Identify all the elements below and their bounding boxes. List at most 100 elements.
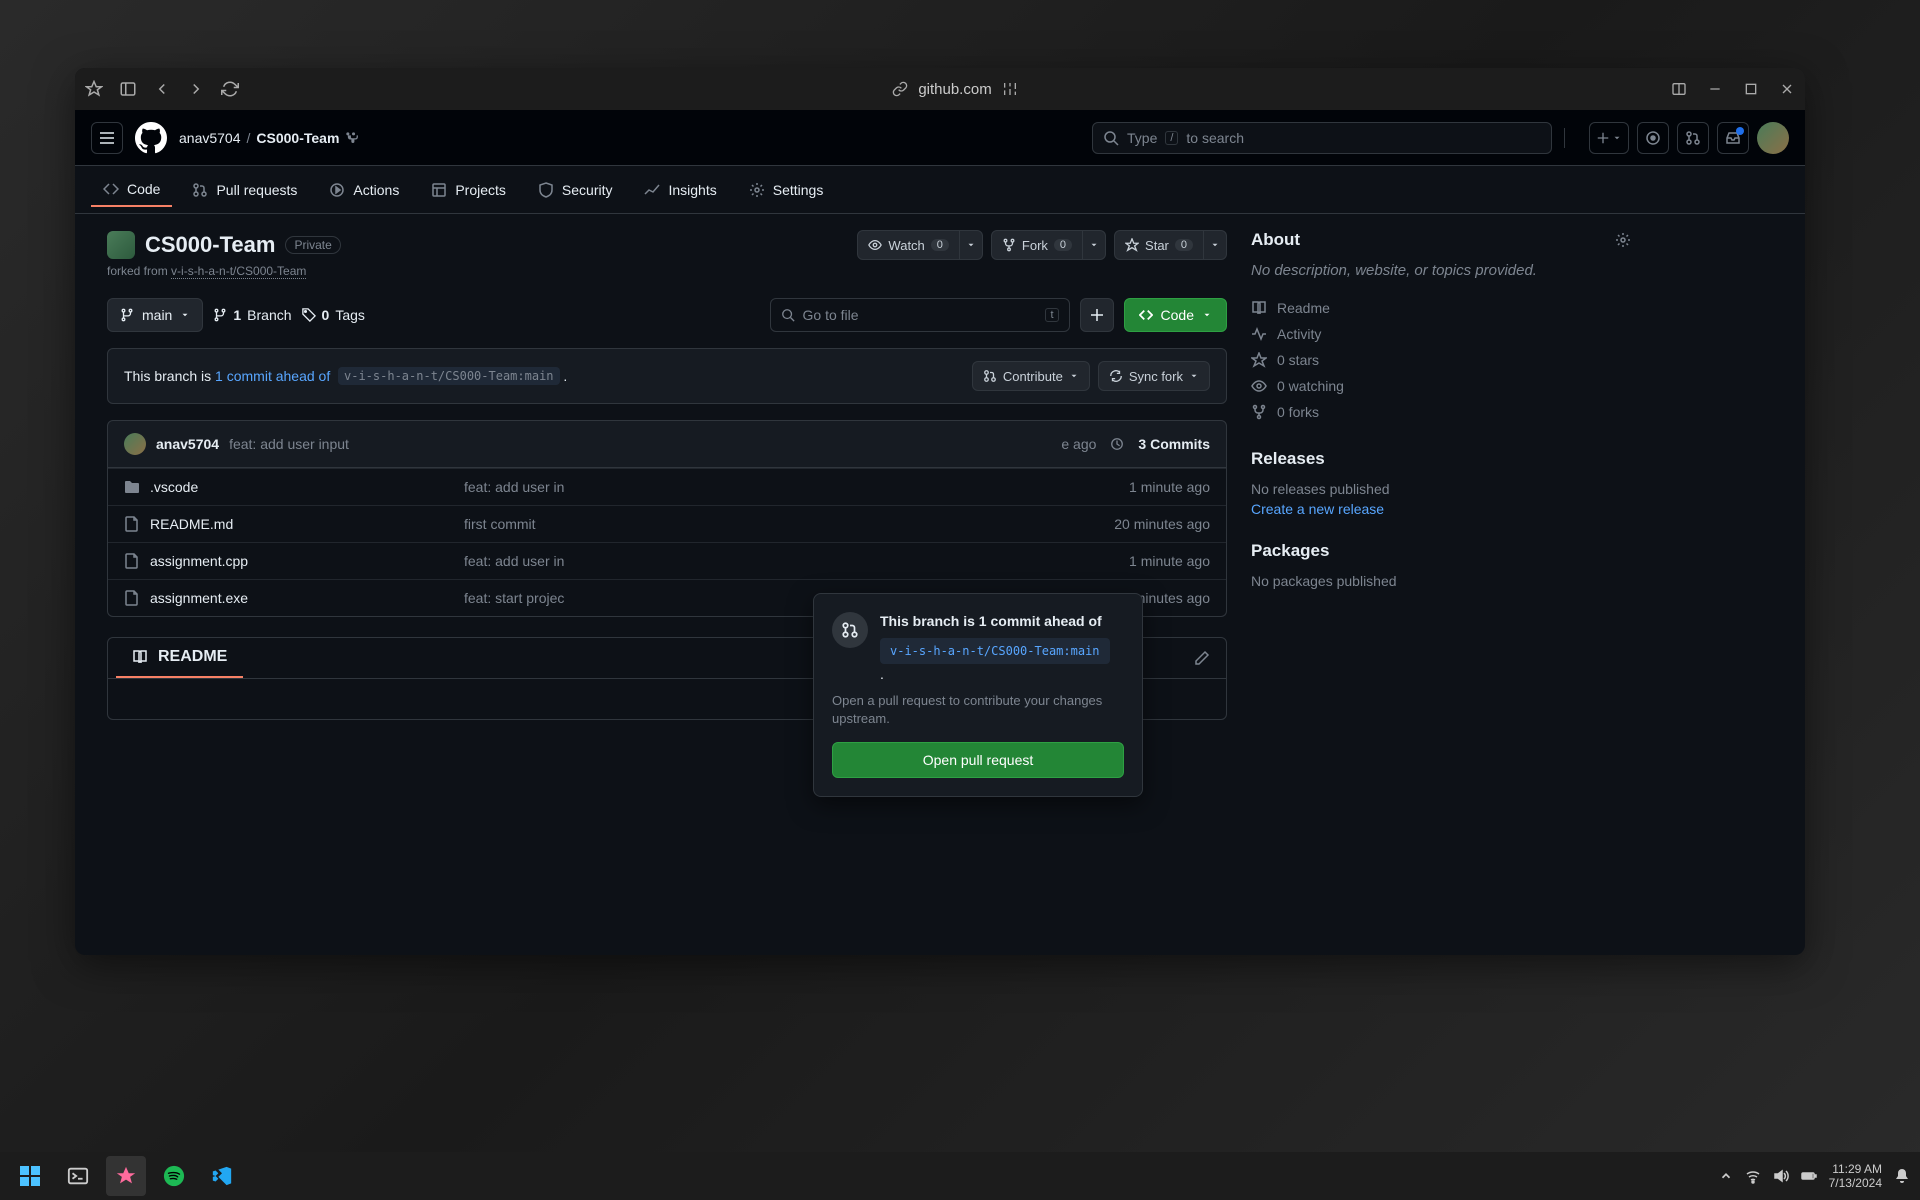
popup-description: Open a pull request to contribute your c…: [832, 692, 1124, 728]
contribute-button[interactable]: Contribute: [972, 361, 1090, 391]
tab-projects[interactable]: Projects: [419, 174, 518, 206]
search-input[interactable]: Type / to search: [1092, 122, 1552, 154]
play-icon: [329, 182, 345, 198]
activity-link[interactable]: Activity: [1251, 321, 1631, 347]
create-release-link[interactable]: Create a new release: [1251, 501, 1631, 517]
file-icon: [124, 516, 140, 532]
tab-pulls[interactable]: Pull requests: [180, 174, 309, 206]
commits-ahead-link[interactable]: 1 commit ahead of: [215, 368, 330, 384]
address-bar[interactable]: github.com: [251, 81, 1659, 98]
pulls-button[interactable]: [1677, 122, 1709, 154]
star-icon: [1125, 238, 1139, 252]
chevron-up-icon[interactable]: [1719, 1169, 1733, 1183]
terminal-app[interactable]: [58, 1156, 98, 1196]
file-name[interactable]: README.md: [150, 516, 233, 532]
forks-link[interactable]: 0 forks: [1251, 399, 1631, 425]
caret-down-icon: [1069, 371, 1079, 381]
fork-button[interactable]: Fork0: [991, 230, 1083, 260]
open-pull-request-button[interactable]: Open pull request: [832, 742, 1124, 778]
branch-selector[interactable]: main: [107, 298, 203, 332]
vscode-app[interactable]: [202, 1156, 242, 1196]
tab-settings[interactable]: Settings: [737, 174, 836, 206]
create-new-button[interactable]: [1589, 122, 1629, 154]
file-row[interactable]: assignment.cppfeat: add user in1 minute …: [108, 542, 1226, 579]
back-icon[interactable]: [153, 80, 171, 98]
volume-icon[interactable]: [1773, 1168, 1789, 1184]
commit-time: e ago: [1061, 436, 1096, 452]
star-dropdown[interactable]: [1204, 230, 1227, 260]
reload-icon[interactable]: [221, 80, 239, 98]
forked-from-link[interactable]: v-i-s-h-a-n-t/CS000-Team: [171, 264, 306, 279]
file-time: 20 minutes ago: [1030, 516, 1210, 532]
graph-icon: [644, 182, 660, 198]
file-row[interactable]: .vscodefeat: add user in1 minute ago: [108, 468, 1226, 505]
code-button[interactable]: Code: [1124, 298, 1227, 332]
about-heading: About: [1251, 230, 1631, 250]
inbox-button[interactable]: [1717, 122, 1749, 154]
spotify-app[interactable]: [154, 1156, 194, 1196]
file-name[interactable]: assignment.cpp: [150, 553, 248, 569]
pencil-icon[interactable]: [1194, 650, 1210, 666]
battery-icon[interactable]: [1801, 1168, 1817, 1184]
minimize-icon[interactable]: [1707, 81, 1723, 97]
readme-link[interactable]: Readme: [1251, 295, 1631, 321]
file-commit-msg[interactable]: first commit: [464, 516, 1030, 532]
forward-icon[interactable]: [187, 80, 205, 98]
file-name[interactable]: assignment.exe: [150, 590, 248, 606]
tags-link[interactable]: 0 Tags: [302, 307, 365, 323]
sidebar-toggle-icon[interactable]: [119, 80, 137, 98]
user-avatar[interactable]: [1757, 122, 1789, 154]
commit-user[interactable]: anav5704: [156, 436, 219, 452]
repo-link[interactable]: CS000-Team: [256, 130, 339, 146]
arc-app[interactable]: [106, 1156, 146, 1196]
tab-code[interactable]: Code: [91, 173, 172, 207]
taskbar-clock[interactable]: 11:29 AM 7/13/2024: [1829, 1162, 1882, 1191]
menu-button[interactable]: [91, 122, 123, 154]
file-commit-msg[interactable]: feat: add user in: [464, 479, 1030, 495]
tab-insights[interactable]: Insights: [632, 174, 728, 206]
stars-link[interactable]: 0 stars: [1251, 347, 1631, 373]
file-commit-msg[interactable]: feat: add user in: [464, 553, 1030, 569]
tab-security[interactable]: Security: [526, 174, 625, 206]
go-to-file-input[interactable]: Go to file t: [770, 298, 1070, 332]
forked-from: forked from v-i-s-h-a-n-t/CS000-Team: [107, 264, 1227, 278]
wifi-icon[interactable]: [1745, 1168, 1761, 1184]
fork-dropdown[interactable]: [1083, 230, 1106, 260]
star-button[interactable]: Star0: [1114, 230, 1204, 260]
bell-icon[interactable]: [1894, 1168, 1910, 1184]
tune-icon[interactable]: [1002, 81, 1018, 97]
releases-none: No releases published: [1251, 481, 1631, 497]
split-icon[interactable]: [1671, 81, 1687, 97]
watch-button[interactable]: Watch0: [857, 230, 959, 260]
file-name[interactable]: .vscode: [150, 479, 198, 495]
browser-titlebar: github.com: [75, 68, 1805, 110]
tab-actions[interactable]: Actions: [317, 174, 411, 206]
popup-icon: [832, 612, 868, 648]
sync-fork-button[interactable]: Sync fork: [1098, 361, 1210, 391]
commits-link[interactable]: 3 Commits: [1138, 436, 1210, 452]
branch-icon: [213, 308, 227, 322]
file-row[interactable]: README.md first commit20 minutes ago: [108, 505, 1226, 542]
terminal-icon: [67, 1165, 89, 1187]
browser-window: github.com anav5704 / CS000-Team Type / …: [75, 68, 1805, 955]
fork-icon: [345, 131, 359, 145]
owner-link[interactable]: anav5704: [179, 130, 241, 146]
watching-link[interactable]: 0 watching: [1251, 373, 1631, 399]
github-logo-icon[interactable]: [135, 122, 167, 154]
commit-message[interactable]: feat: add user input: [229, 436, 349, 452]
add-file-button[interactable]: [1080, 298, 1114, 332]
start-button[interactable]: [10, 1156, 50, 1196]
readme-tab[interactable]: README: [116, 638, 243, 678]
about-description: No description, website, or topics provi…: [1251, 262, 1631, 279]
commit-avatar[interactable]: [124, 433, 146, 455]
issues-button[interactable]: [1637, 122, 1669, 154]
tag-icon: [302, 308, 316, 322]
packages-none: No packages published: [1251, 573, 1631, 589]
branches-link[interactable]: 1 Branch: [213, 307, 291, 323]
close-icon[interactable]: [1779, 81, 1795, 97]
book-icon: [1251, 300, 1267, 316]
watch-dropdown[interactable]: [960, 230, 983, 260]
maximize-icon[interactable]: [1743, 81, 1759, 97]
gear-icon[interactable]: [1615, 232, 1631, 248]
arc-icon: [115, 1165, 137, 1187]
